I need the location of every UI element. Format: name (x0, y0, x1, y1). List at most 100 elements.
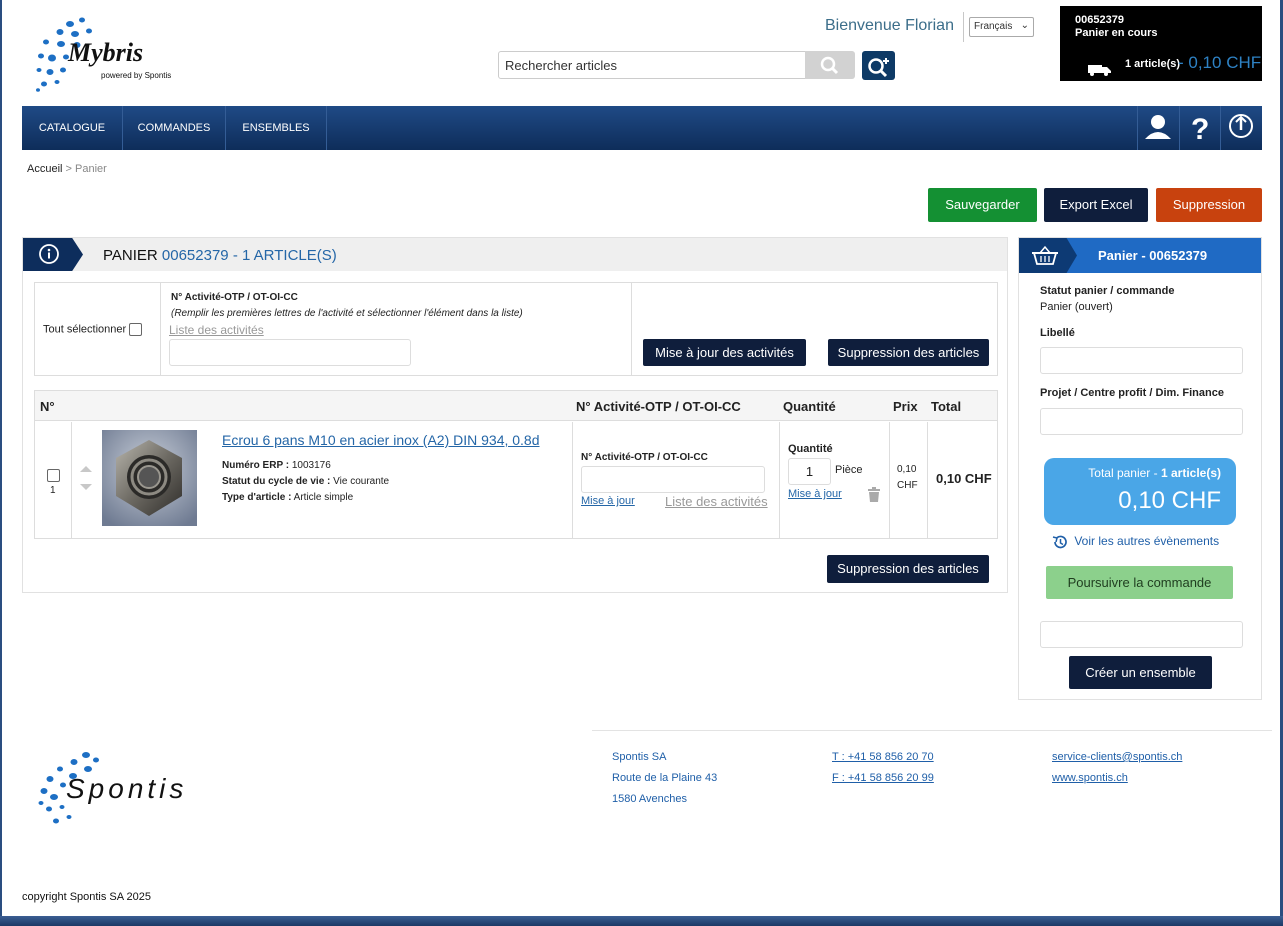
divider (631, 283, 632, 375)
svg-text:Mybris: Mybris (67, 38, 143, 67)
svg-text:powered by Spontis: powered by Spontis (101, 71, 171, 80)
quantity-input[interactable]: 1 (788, 458, 831, 485)
lifecycle-value: Vie courante (333, 476, 390, 487)
search-button[interactable] (805, 51, 855, 79)
total-amount: 0,10 CHF (1118, 487, 1221, 514)
language-selected-value: Français (974, 21, 1013, 32)
type-label: Type d'article : (222, 492, 292, 503)
activity-list-link[interactable]: Liste des activités (169, 323, 264, 337)
delete-cart-button[interactable]: Suppression (1156, 188, 1262, 222)
nav-item-catalogue[interactable]: CATALOGUE (22, 106, 123, 150)
search-input[interactable]: Rechercher articles (498, 51, 806, 79)
continue-order-button[interactable]: Poursuivre la commande (1046, 566, 1233, 599)
user-icon (1145, 115, 1171, 139)
row-activity-list-link[interactable]: Liste des activités (665, 494, 768, 509)
cart-summary-panel: Panier - 00652379 Statut panier / comman… (1018, 237, 1262, 700)
project-label: Projet / Centre profit / Dim. Finance (1040, 387, 1224, 399)
footer-street: Route de la Plaine 43 (612, 772, 718, 784)
ensemble-name-input[interactable] (1040, 621, 1243, 648)
footer-phone-link[interactable]: T : +41 58 856 20 70 (832, 751, 934, 763)
activity-label: N° Activité-OTP / OT-OI-CC (171, 292, 298, 303)
select-all-control[interactable]: Tout sélectionner (43, 323, 143, 336)
search-placeholder: Rechercher articles (505, 58, 617, 73)
row-index: 1 (50, 485, 56, 496)
product-title-link[interactable]: Ecrou 6 pans M10 en acier inox (A2) DIN … (222, 432, 540, 448)
row-activity-input[interactable] (581, 466, 765, 493)
logout-button[interactable] (1220, 106, 1261, 150)
product-erp: Numéro ERP : 1003176 (222, 460, 331, 471)
search-icon (820, 56, 839, 75)
row-price-currency: CHF (897, 480, 918, 491)
header-quantity: Quantité (783, 399, 836, 414)
nav-item-ensembles[interactable]: ENSEMBLES (226, 106, 327, 150)
mini-cart-status: Panier en cours (1075, 27, 1158, 39)
select-all-checkbox[interactable] (129, 323, 143, 336)
copyright: copyright Spontis SA 2025 (22, 891, 152, 903)
product-type: Type d'article : Article simple (222, 492, 353, 503)
cart-title-prefix: PANIER (103, 247, 158, 264)
breadcrumb-home[interactable]: Accueil (27, 163, 62, 175)
type-value: Article simple (293, 492, 354, 503)
cart-summary-tag (1019, 238, 1077, 273)
bulk-actions-box: Tout sélectionner N° Activité-OTP / OT-O… (34, 282, 998, 376)
footer-fax-link[interactable]: F : +41 58 856 20 99 (832, 772, 934, 784)
update-activities-button[interactable]: Mise à jour des activités (643, 339, 806, 366)
spontis-logo[interactable]: Spontis (36, 749, 211, 827)
history-icon (1052, 535, 1067, 549)
product-image[interactable] (102, 430, 197, 526)
delete-articles-button-bottom[interactable]: Suppression des articles (827, 555, 989, 583)
lifecycle-label: Statut du cycle de vie : (222, 476, 331, 487)
quantity-unit: Pièce (835, 464, 863, 476)
row-checkbox[interactable] (47, 469, 60, 482)
welcome-message: Bienvenue Florian (825, 17, 954, 34)
project-input[interactable] (1040, 408, 1243, 435)
status-label: Statut panier / commande (1040, 285, 1175, 297)
mybris-logo[interactable]: Mybris powered by Spontis (33, 14, 183, 96)
history-link-label: Voir les autres évènements (1074, 534, 1220, 549)
nav-item-commandes[interactable]: COMMANDES (123, 106, 226, 150)
row-activity-update-link[interactable]: Mise à jour (581, 495, 635, 507)
help-icon: ? (1191, 113, 1209, 146)
table-header-row: N° N° Activité-OTP / OT-OI-CC Quantité P… (35, 391, 997, 421)
mini-cart-amount: - 0,10 CHF (1178, 53, 1262, 72)
header-price: Prix (893, 399, 918, 414)
quantity-update-link[interactable]: Mise à jour (788, 488, 842, 500)
column-divider (927, 422, 928, 538)
cart-summary-header: Panier - 00652379 (1019, 238, 1261, 273)
row-total: 0,10 CHF (936, 471, 992, 486)
save-button[interactable]: Sauvegarder (928, 188, 1037, 222)
cart-panel: PANIER 00652379 - 1 ARTICLE(S) Tout séle… (22, 237, 1008, 593)
svg-text:Spontis: Spontis (66, 773, 187, 804)
row-quantity-label: Quantité (788, 443, 833, 455)
history-link[interactable]: Voir les autres évènements (1052, 534, 1219, 550)
account-button[interactable] (1137, 106, 1178, 150)
language-select[interactable]: Français ⌄ (969, 17, 1034, 37)
column-divider (572, 422, 573, 538)
erp-label: Numéro ERP : (222, 460, 290, 471)
row-activity-label: N° Activité-OTP / OT-OI-CC (581, 452, 708, 463)
export-excel-button[interactable]: Export Excel (1044, 188, 1148, 222)
row-price: 0,10 (897, 464, 917, 475)
mini-cart[interactable]: 00652379 Panier en cours 1 article(s) - … (1060, 6, 1262, 81)
footer-website-link[interactable]: www.spontis.ch (1052, 772, 1128, 784)
delete-articles-button[interactable]: Suppression des articles (828, 339, 989, 366)
cart-title-count: - 1 ARTICLE(S) (232, 247, 337, 264)
cart-panel-title: PANIER 00652379 - 1 ARTICLE(S) (103, 247, 337, 264)
cart-panel-tag (23, 238, 83, 271)
trash-icon[interactable] (867, 487, 881, 502)
create-ensemble-button[interactable]: Créer un ensemble (1069, 656, 1212, 689)
column-divider (779, 422, 780, 538)
libelle-label: Libellé (1040, 327, 1075, 339)
select-all-label: Tout sélectionner (43, 323, 127, 336)
mybris-logo-mark: Mybris powered by Spontis (36, 17, 171, 92)
help-button[interactable]: ? (1179, 106, 1220, 150)
breadcrumb-separator: > (62, 163, 76, 175)
reorder-arrows-icon[interactable] (79, 464, 93, 492)
activity-input[interactable] (169, 339, 411, 366)
header-num: N° (40, 399, 55, 414)
product-lifecycle: Statut du cycle de vie : Vie courante (222, 476, 389, 487)
advanced-search-button[interactable] (862, 51, 895, 80)
libelle-input[interactable] (1040, 347, 1243, 374)
footer-email-link[interactable]: service-clients@spontis.ch (1052, 751, 1182, 763)
erp-value: 1003176 (291, 460, 331, 471)
